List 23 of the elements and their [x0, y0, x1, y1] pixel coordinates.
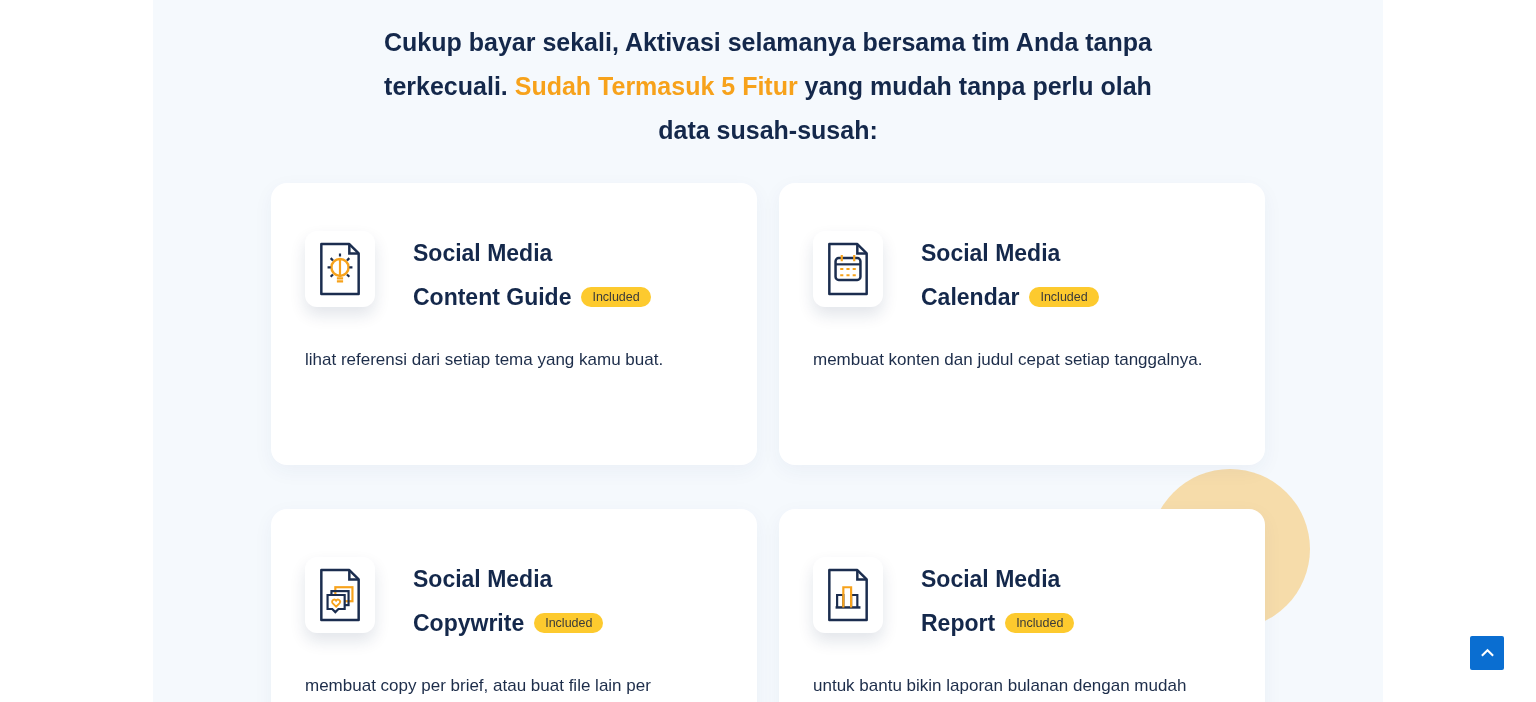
feature-title: Social Media [413, 239, 553, 267]
feature-title: Social Media [413, 565, 553, 593]
feature-description: untuk bantu bikin laporan bulanan dengan mudah [813, 675, 1188, 697]
document-bar-chart-icon [826, 567, 870, 623]
feature-title: Social Media [921, 239, 1061, 267]
included-badge: Included [581, 287, 651, 307]
feature-description: membuat konten dan judul cepat setiap tanggalnya. [813, 349, 1204, 371]
feature-title: Content Guide [413, 283, 572, 311]
included-badge: Included [1005, 613, 1075, 633]
section-heading: Cukup bayar sekali, Aktivasi selamanya bersama tim Anda tanpa terkecuali. Sudah Termasuk 5 Fitur yang mudah tanpa perlu olah data susah-susah: [383, 27, 1153, 146]
feature-title: Social Media [921, 565, 1061, 593]
chevron-up-icon [1479, 648, 1495, 658]
feature-description: lihat referensi dari setiap tema yang kamu buat. [305, 349, 665, 371]
document-chat-icon [318, 567, 362, 623]
included-badge: Included [534, 613, 604, 633]
document-calendar-icon [826, 241, 870, 297]
feature-description: membuat copy per brief, atau buat file lain per [305, 675, 652, 697]
document-lightbulb-icon [318, 241, 362, 297]
included-badge: Included [1029, 287, 1099, 307]
feature-title: Copywrite [413, 609, 525, 637]
feature-title: Calendar [921, 283, 1020, 311]
feature-title: Report [921, 609, 996, 637]
scroll-to-top-button[interactable] [1470, 636, 1504, 670]
